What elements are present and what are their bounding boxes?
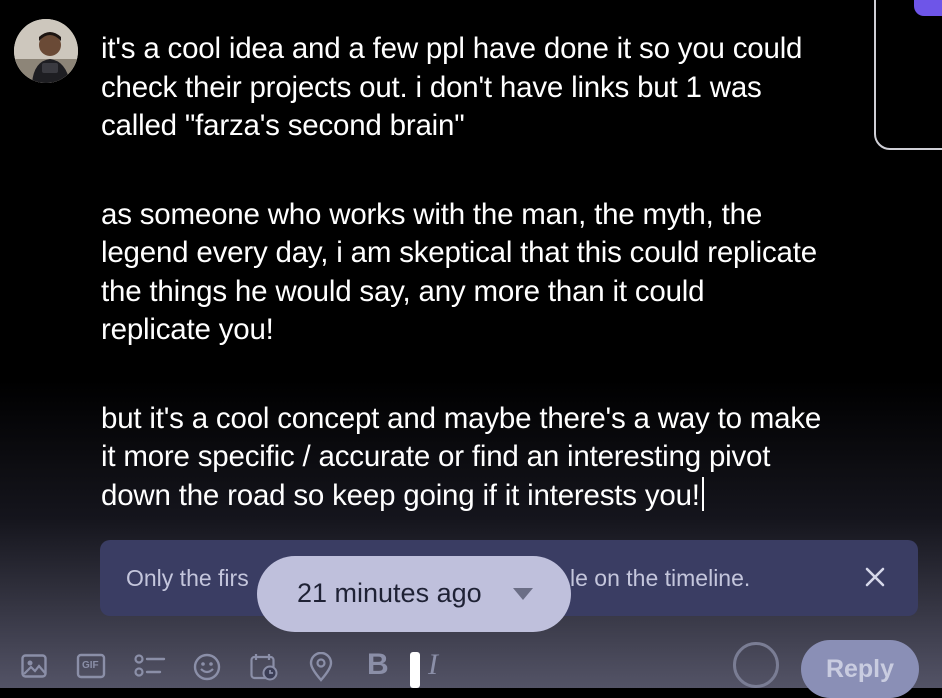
italic-icon[interactable]: I bbox=[428, 648, 438, 682]
text-caret bbox=[701, 476, 704, 511]
close-icon[interactable] bbox=[862, 564, 888, 590]
text-line: legend every day, i am skeptical that th… bbox=[101, 236, 817, 269]
chevron-down-icon bbox=[513, 588, 533, 600]
text-line: but it's a cool concept and maybe there'… bbox=[101, 401, 822, 435]
reply-composer-text[interactable]: it's a cool idea and a few ppl have done… bbox=[101, 30, 942, 565]
text-line: check their projects out. i don't have l… bbox=[101, 70, 762, 104]
location-icon[interactable] bbox=[308, 652, 334, 684]
text-line: the things he would say, any more than i… bbox=[101, 274, 705, 308]
avatar[interactable] bbox=[14, 19, 78, 83]
reply-button[interactable]: Reply bbox=[801, 640, 919, 698]
notice-text-right: le on the timeline. bbox=[570, 565, 751, 591]
schedule-icon[interactable] bbox=[249, 652, 279, 684]
text-line: replicate you! bbox=[101, 313, 274, 346]
paragraph-1: it's a cool idea and a few ppl have done… bbox=[101, 30, 942, 146]
bold-icon[interactable]: B bbox=[367, 648, 389, 682]
notice-text: Only the firs le on the timeline. bbox=[126, 565, 750, 592]
paragraph-3: but it's a cool concept and maybe there'… bbox=[101, 400, 942, 516]
timestamp-label: 21 minutes ago bbox=[297, 578, 482, 608]
gif-label: GIF bbox=[82, 660, 99, 671]
image-icon[interactable] bbox=[20, 652, 48, 684]
notice-text-left: Only the firs bbox=[126, 565, 249, 591]
text-line: down the road so keep going if it intere… bbox=[101, 478, 700, 512]
text-line-last: down the road so keep going if it intere… bbox=[101, 476, 942, 516]
timestamp-pill[interactable]: 21 minutes ago bbox=[257, 556, 571, 632]
poll-icon[interactable] bbox=[134, 652, 166, 684]
text-cursor-indicator bbox=[410, 652, 420, 688]
paragraph-2: as someone who works with the man, the m… bbox=[101, 196, 942, 350]
avatar-photo bbox=[14, 19, 78, 83]
gif-icon[interactable]: GIF bbox=[76, 652, 106, 684]
text-line: it's a cool idea and a few ppl have done… bbox=[101, 32, 803, 65]
text-line: as someone who works with the man, the m… bbox=[101, 197, 763, 231]
text-line: called "farza's second brain" bbox=[101, 109, 465, 142]
side-panel-accent-button[interactable] bbox=[914, 0, 942, 16]
emoji-icon[interactable] bbox=[192, 652, 222, 684]
text-line: it more specific / accurate or find an i… bbox=[101, 440, 771, 473]
character-count-ring bbox=[733, 642, 779, 688]
